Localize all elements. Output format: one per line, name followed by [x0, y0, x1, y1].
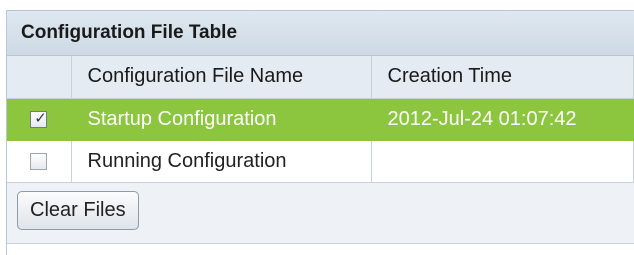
creation-time-cell: 2012-Jul-24 01:07:42: [371, 98, 634, 141]
creation-time-cell: [371, 140, 634, 183]
row-select-cell: ✓: [7, 98, 72, 141]
table-row-startup-configuration[interactable]: ✓ Startup Configuration 2012-Jul-24 01:0…: [7, 98, 634, 141]
configuration-file-table-panel: Configuration File Table Configuration F…: [6, 10, 634, 255]
row-checkbox-startup[interactable]: ✓: [30, 108, 48, 128]
column-header-creation-time[interactable]: Creation Time: [371, 56, 634, 99]
clear-files-button[interactable]: Clear Files: [17, 190, 139, 230]
row-select-cell: [7, 140, 72, 183]
row-checkbox-running[interactable]: [30, 152, 48, 170]
panel-title: Configuration File Table: [7, 11, 634, 56]
table-row-running-configuration[interactable]: Running Configuration: [7, 140, 634, 183]
configuration-file-table: Configuration File Name Creation Time ✓ …: [7, 56, 634, 183]
table-header-row: Configuration File Name Creation Time: [7, 56, 634, 99]
file-name-cell: Running Configuration: [71, 140, 372, 183]
checkmark-icon: ✓: [34, 108, 47, 127]
file-name-cell: Startup Configuration: [71, 98, 372, 141]
column-header-file-name[interactable]: Configuration File Name: [71, 56, 372, 99]
table-footer: Clear Files: [7, 182, 634, 244]
select-column-header: [7, 56, 72, 99]
